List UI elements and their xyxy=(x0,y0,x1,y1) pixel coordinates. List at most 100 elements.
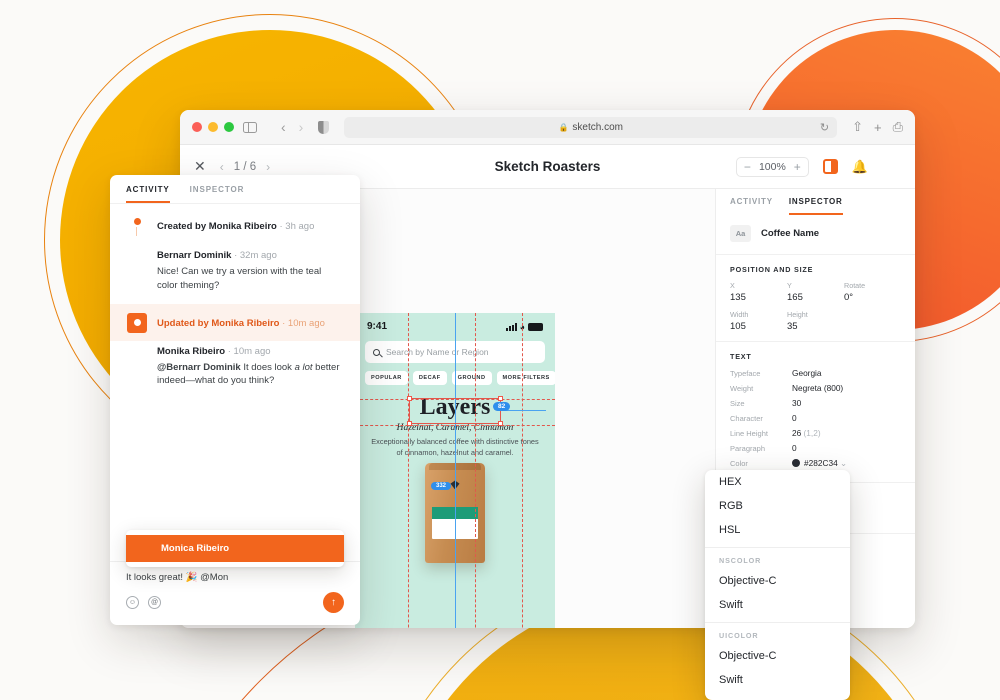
panel-toggle-icon[interactable] xyxy=(822,159,838,174)
dropdown-item-uicolor-objc[interactable]: Objective-C xyxy=(705,644,850,668)
divider xyxy=(705,622,850,623)
browser-back-button[interactable]: ‹ xyxy=(279,119,288,135)
row-value: 26 (1,2) xyxy=(792,428,821,438)
coffee-bag: 332 xyxy=(425,463,485,564)
mention-icon[interactable]: @ xyxy=(148,596,161,609)
diamond-logo-icon xyxy=(450,480,460,490)
reload-icon[interactable]: ↻ xyxy=(820,121,829,134)
color-swatch xyxy=(792,459,800,467)
field-rotate[interactable]: Rotate 0° xyxy=(844,281,901,303)
dropdown-group-nscolor: NSCOLOR xyxy=(719,556,762,565)
row-weight[interactable]: Weight Negreta (800) xyxy=(730,383,901,393)
product-image[interactable]: 332 xyxy=(355,463,555,564)
selection-box xyxy=(407,396,503,426)
row-value: Negreta (800) xyxy=(792,383,844,393)
zoom-level: 100% xyxy=(758,160,786,173)
tabs-icon[interactable]: ⎙ xyxy=(893,119,903,135)
dropdown-item-hex[interactable]: HEX xyxy=(705,470,850,494)
sidebar-icon[interactable] xyxy=(243,121,257,133)
filter-pill-more[interactable]: MORE FILTERS xyxy=(496,371,555,385)
avatar[interactable] xyxy=(126,341,148,363)
activity-item-updated: Updated by Monika Ribeiro · 10m ago xyxy=(110,303,360,341)
color-hex-value: #282C34 xyxy=(804,458,838,468)
event-body: Updated by Monika Ribeiro · 10m ago xyxy=(157,313,344,331)
row-value: 0 xyxy=(792,413,797,423)
dropdown-item-uicolor-swift[interactable]: Swift xyxy=(705,668,850,692)
comment-input[interactable]: It looks great! 🎉 @Mon xyxy=(126,572,344,583)
field-height[interactable]: Height 35 xyxy=(787,310,844,332)
dropdown-item-nscolor-swift[interactable]: Swift xyxy=(705,593,850,617)
filter-pill-decaf[interactable]: DECAF xyxy=(412,371,447,385)
app-toolbar-right: − 100% + 🔔 xyxy=(735,156,901,177)
window-controls[interactable] xyxy=(192,122,234,132)
bag-label xyxy=(432,507,478,540)
field-y[interactable]: Y 165 xyxy=(787,281,844,303)
mention-name: Monica Ribeiro xyxy=(161,543,230,554)
reader-icon[interactable] xyxy=(318,120,330,134)
avatar[interactable] xyxy=(882,157,901,176)
product-description: Exceptionally balanced coffee with disti… xyxy=(371,437,539,457)
search-input[interactable]: Search by Name or Region xyxy=(365,341,545,363)
dropdown-item-hsl[interactable]: HSL xyxy=(705,518,850,542)
minimize-window-button[interactable] xyxy=(208,122,218,132)
mention-option[interactable]: Monica Ribeiro xyxy=(126,535,344,562)
field-label: Y xyxy=(787,281,792,290)
dropdown-item-nscolor-objc[interactable]: Objective-C xyxy=(705,569,850,593)
product-subtitle: Hazelnut, Caramel, Cinnamon xyxy=(396,423,514,433)
tab-activity[interactable]: ACTIVITY xyxy=(730,197,773,215)
row-character[interactable]: Character 0 xyxy=(730,413,901,423)
close-window-button[interactable] xyxy=(192,122,202,132)
dropdown-item-rgb[interactable]: RGB xyxy=(705,494,850,518)
zoom-in-button[interactable]: + xyxy=(794,160,801,174)
status-indicators: ◕ xyxy=(506,322,543,332)
layer-name[interactable]: Coffee Name xyxy=(761,228,819,239)
field-x[interactable]: X 135 xyxy=(730,281,787,303)
thread-connector xyxy=(136,227,137,236)
close-document-button[interactable]: ✕ xyxy=(194,158,206,175)
row-size[interactable]: Size 30 xyxy=(730,398,901,408)
send-button[interactable]: ↑ xyxy=(323,592,344,613)
filter-pill-popular[interactable]: POPULAR xyxy=(365,371,408,385)
divider xyxy=(705,547,850,548)
row-typeface[interactable]: Typeface Georgia xyxy=(730,368,901,378)
zoom-control[interactable]: − 100% + xyxy=(735,156,809,177)
emoji-icon[interactable]: ☺ xyxy=(126,596,139,609)
status-time: 9:41 xyxy=(367,321,388,332)
comment-text-a: It does look xyxy=(240,361,295,373)
field-width[interactable]: Width 105 xyxy=(730,310,787,332)
chevron-down-icon[interactable]: ⌄ xyxy=(840,458,847,468)
share-icon[interactable]: ⇧ xyxy=(852,119,863,135)
tab-activity[interactable]: ACTIVITY xyxy=(126,185,170,203)
avatar xyxy=(136,540,153,557)
row-label: Typeface xyxy=(730,369,761,378)
tab-inspector[interactable]: INSPECTOR xyxy=(788,197,843,215)
bell-icon[interactable]: 🔔 xyxy=(852,159,868,175)
new-tab-icon[interactable]: + xyxy=(874,120,882,135)
row-line-height[interactable]: Line Height 26 (1,2) xyxy=(730,428,901,438)
position-fields: X 135 Y 165 Rotate 0° Width 105 Height 3… xyxy=(730,281,901,332)
composer-tools: ☺ @ ↑ xyxy=(126,592,344,613)
mobile-artboard[interactable]: 9:41 ◕ Search by Name or Region POPULAR … xyxy=(355,313,555,628)
activity-feed[interactable]: Created by Monika Ribeiro · 3h ago Berna… xyxy=(110,204,360,561)
row-color[interactable]: Color #282C34 ⌄ xyxy=(730,458,901,468)
browser-forward-button[interactable]: › xyxy=(297,119,306,135)
mention-suggestion-popup[interactable]: Monica Ribeiro xyxy=(126,530,344,567)
inspector-tabs: ACTIVITY INSPECTOR xyxy=(716,189,915,215)
selected-layer: Aa Coffee Name xyxy=(716,215,915,255)
zoom-out-button[interactable]: − xyxy=(744,160,751,174)
event-separator: · xyxy=(279,221,283,232)
tab-inspector[interactable]: INSPECTOR xyxy=(190,185,245,203)
color-format-dropdown[interactable]: HEX RGB HSL NSCOLOR Objective-C Swift UI… xyxy=(705,470,850,700)
address-bar[interactable]: 🔒 sketch.com ↻ xyxy=(344,116,838,138)
filter-pill-ground[interactable]: GROUND xyxy=(451,371,492,385)
dropdown-group-uicolor: UICOLOR xyxy=(719,631,759,640)
bag-badge: 332 xyxy=(431,482,452,491)
row-paragraph[interactable]: Paragraph 0 xyxy=(730,443,901,453)
mobile-status-bar: 9:41 ◕ xyxy=(355,313,555,334)
prev-page-button[interactable]: ‹ xyxy=(220,160,224,174)
avatar[interactable] xyxy=(126,245,148,267)
next-page-button[interactable]: › xyxy=(266,160,270,174)
row-label: Color xyxy=(730,459,748,468)
maximize-window-button[interactable] xyxy=(224,122,234,132)
row-value: 0 xyxy=(792,443,797,453)
